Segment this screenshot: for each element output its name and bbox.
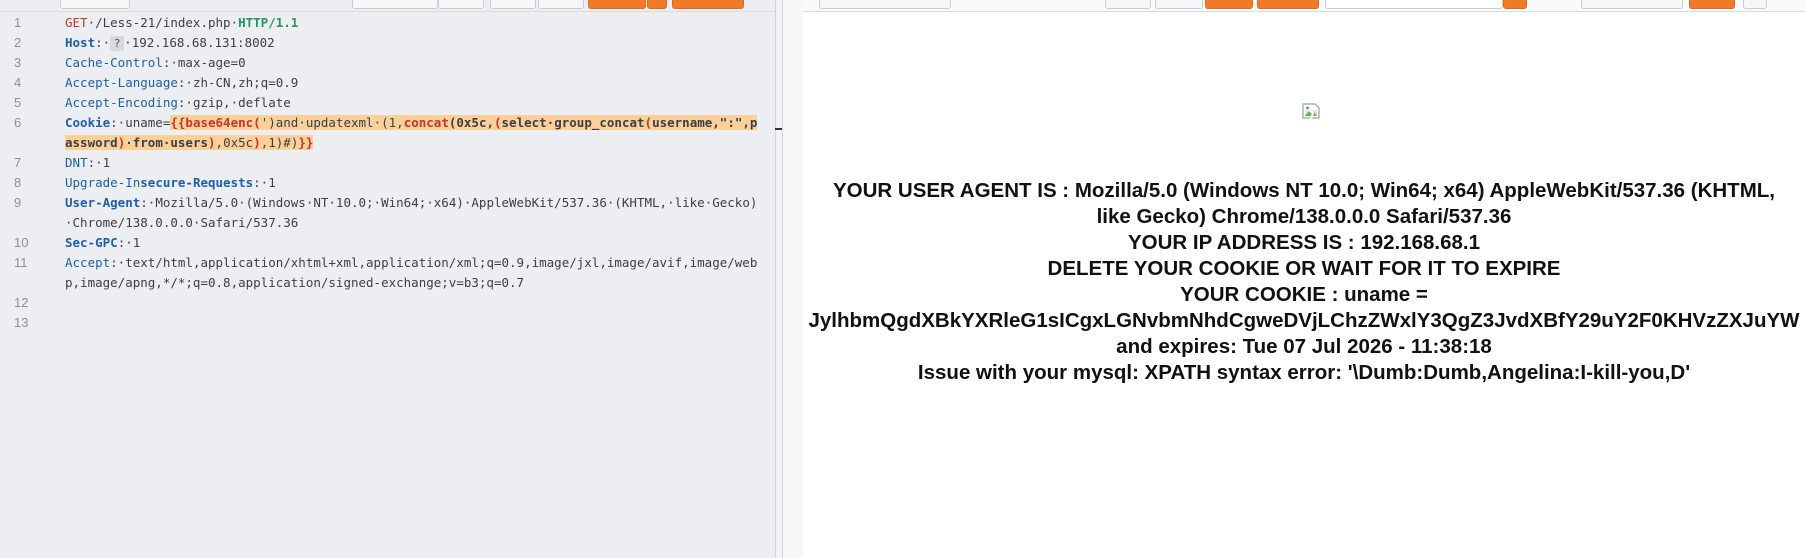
line-content[interactable] [65,293,760,313]
action-button[interactable] [1689,0,1735,9]
line-content[interactable]: Sec-GPC:·1 [65,233,760,253]
request-line[interactable]: 11 Accept:·text/html,application/xhtml+xm… [0,253,770,293]
request-line[interactable]: 2 Host:·? ·192.168.68.131:8002 [0,33,770,53]
request-editor-pane[interactable]: 1 GET·/Less-21/index.php·HTTP/1.1 2 Host:·?… [0,0,775,558]
line-number: 10 [14,235,29,250]
request-line[interactable]: 5 Accept-Encoding:·gzip,·deflate [0,93,770,113]
line-content[interactable]: User-Agent:·Mozilla/5.0·(Windows·NT·10.0… [65,193,760,233]
request-line[interactable]: 7 DNT:·1 [0,153,770,173]
toolbar-button[interactable] [538,0,584,9]
line-content[interactable]: Upgrade-Insecure-Requests:·1 [65,173,760,193]
request-line[interactable]: 6 Cookie:·uname={{base64enc(')and·updatex… [0,113,770,153]
line-content[interactable] [65,313,760,333]
line-number: 8 [14,175,22,190]
response-line: like Gecko) Chrome/138.0.0.0 Safari/537.… [1096,205,1512,228]
line-content[interactable]: GET·/Less-21/index.php·HTTP/1.1 [65,13,760,33]
line-content[interactable]: Accept-Encoding:·gzip,·deflate [65,93,760,113]
toolbar-button[interactable] [1105,0,1151,9]
line-content[interactable]: Cookie:·uname={{base64enc(')and·updatexm… [65,113,760,153]
line-number: 6 [14,115,22,130]
toolbar-button[interactable] [819,0,951,9]
action-button[interactable] [1205,0,1253,9]
request-line[interactable]: 9 User-Agent:·Mozilla/5.0·(Windows·NT·10.… [0,193,770,233]
line-content[interactable]: Host:·? ·192.168.68.131:8002 [65,33,760,53]
response-line: YOUR COOKIE : uname = [1180,283,1428,306]
search-input[interactable] [1325,0,1503,9]
action-button[interactable] [672,0,744,9]
toolbar-button[interactable] [1581,0,1683,9]
send-button[interactable] [588,0,646,9]
line-number: 12 [14,295,29,310]
request-line[interactable]: 8 Upgrade-Insecure-Requests:·1 [0,173,770,193]
line-number: 7 [14,155,22,170]
response-line: and expires: Tue 07 Jul 2026 - 11:38:18 [1116,335,1492,358]
line-number: 1 [14,15,22,30]
request-line[interactable]: 10 Sec-GPC:·1 [0,233,770,253]
broken-image-icon [1302,103,1320,120]
response-text: YOUR USER AGENT IS : Mozilla/5.0 (Window… [803,178,1805,386]
response-line: DELETE YOUR COOKIE OR WAIT FOR IT TO EXP… [1047,257,1561,280]
request-line[interactable]: 13 [0,313,770,333]
action-button[interactable] [1257,0,1319,9]
toolbar-button[interactable] [1743,0,1767,9]
pane-divider[interactable] [782,0,804,558]
request-line[interactable]: 3 Cache-Control:·max-age=0 [0,53,770,73]
send-dropdown-button[interactable] [647,0,667,9]
line-number: 4 [14,75,22,90]
search-button[interactable] [1503,0,1527,9]
toolbar-button[interactable] [490,0,536,9]
request-toolbar [0,0,775,12]
toolbar-button[interactable] [1155,0,1203,9]
toolbar-button[interactable] [438,0,484,9]
line-number: 9 [14,195,22,210]
toolbar-button[interactable] [60,0,130,9]
toolbar-button[interactable] [352,0,438,9]
response-toolbar [803,0,1805,12]
line-content[interactable]: Accept-Language:·zh-CN,zh;q=0.9 [65,73,760,93]
response-render-pane: YOUR USER AGENT IS : Mozilla/5.0 (Window… [803,0,1805,558]
line-content[interactable]: Accept:·text/html,application/xhtml+xml,… [65,253,760,293]
line-number: 2 [14,35,22,50]
line-number: 3 [14,55,22,70]
response-line: YOUR USER AGENT IS : Mozilla/5.0 (Window… [832,179,1775,202]
response-line: Issue with your mysql: XPATH syntax erro… [917,361,1691,384]
response-line: JylhbmQgdXBkYXRleG1sICgxLGNvbmNhdCgweDVj… [808,309,1800,332]
request-line[interactable]: 12 [0,293,770,313]
line-number: 11 [14,255,28,270]
line-number: 13 [14,315,29,330]
line-content[interactable]: DNT:·1 [65,153,760,173]
line-number: 5 [14,95,22,110]
response-line: YOUR IP ADDRESS IS : 192.168.68.1 [1127,231,1481,254]
request-line[interactable]: 4 Accept-Language:·zh-CN,zh;q=0.9 [0,73,770,93]
request-line[interactable]: 1 GET·/Less-21/index.php·HTTP/1.1 [0,13,770,33]
line-content[interactable]: Cache-Control:·max-age=0 [65,53,760,73]
request-text[interactable]: 1 GET·/Less-21/index.php·HTTP/1.1 2 Host:·?… [0,13,770,333]
